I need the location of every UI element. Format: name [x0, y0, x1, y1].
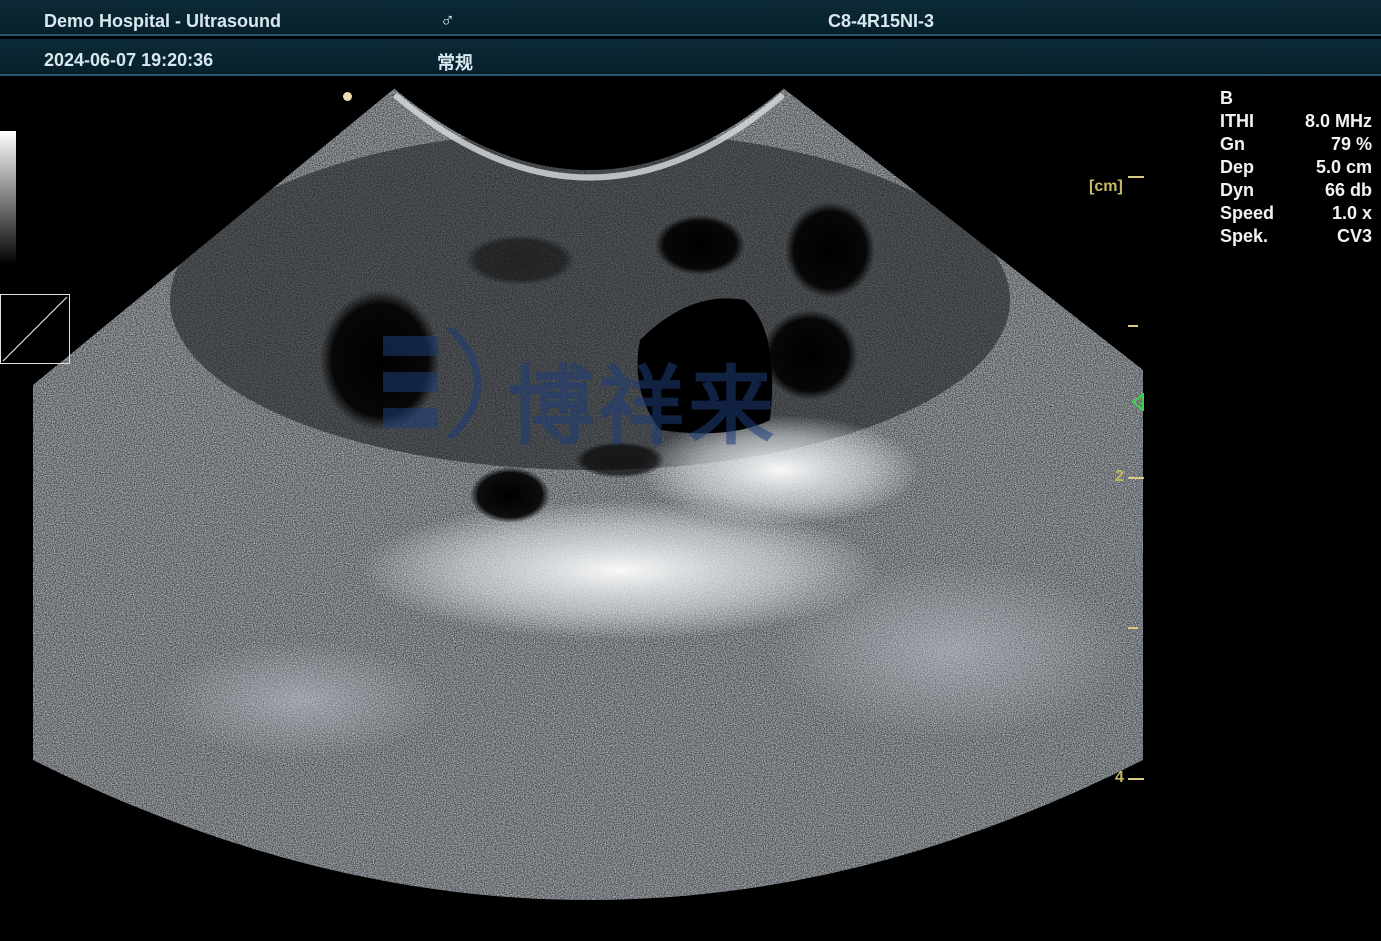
param-row: Dyn 66 db [1220, 180, 1372, 202]
param-key: Spek. [1220, 226, 1269, 246]
param-value: 1.0 x [1331, 203, 1372, 223]
depth-tick [1128, 627, 1138, 629]
param-value: 8.0 MHz [1304, 111, 1372, 131]
gray-map-curve [0, 294, 70, 364]
param-row: Speed 1.0 x [1220, 203, 1372, 225]
scan-sector [33, 88, 1143, 900]
param-row: Gn 79 % [1220, 134, 1372, 156]
param-value: 5.0 cm [1315, 157, 1372, 177]
watermark-logo [383, 328, 493, 438]
depth-tick [1128, 325, 1138, 327]
grayscale-bar [0, 131, 16, 265]
param-key: Dyn [1220, 180, 1255, 200]
param-row: ITHI 8.0 MHz [1220, 111, 1372, 133]
header-row-bottom: 2024-06-07 19:20:36 常规 [0, 39, 1381, 76]
param-row: Spek. CV3 [1220, 226, 1372, 248]
probe-name: C8-4R15NI-3 [828, 11, 935, 31]
param-key: Speed [1220, 203, 1275, 223]
orientation-marker [343, 92, 352, 101]
exam-datetime: 2024-06-07 19:20:36 [44, 50, 214, 70]
depth-tick [1128, 477, 1144, 479]
focus-marker-icon [1131, 393, 1144, 411]
gender-icon: ♂ [440, 10, 455, 32]
depth-label-4: 4 [1115, 769, 1124, 786]
param-value: 66 db [1324, 180, 1372, 200]
depth-unit-label: [cm] [1089, 178, 1123, 195]
depth-label-2: 2 [1115, 468, 1124, 485]
watermark-text: 博祥来 [508, 356, 778, 457]
param-value: CV3 [1336, 226, 1372, 246]
param-key: Gn [1220, 134, 1245, 154]
ultrasound-image [33, 87, 1143, 900]
imaging-mode: B [1220, 88, 1233, 108]
param-key: Dep [1220, 157, 1255, 177]
exam-preset: 常规 [437, 53, 473, 74]
param-value: 79 % [1330, 134, 1372, 154]
param-key: ITHI [1220, 111, 1254, 131]
param-row: Dep 5.0 cm [1220, 157, 1372, 179]
depth-tick [1128, 778, 1144, 780]
hospital-title: Demo Hospital - Ultrasound [44, 11, 282, 31]
depth-tick [1128, 176, 1144, 178]
header-row-top: Demo Hospital - Ultrasound ♂ C8-4R15NI-3 [0, 0, 1381, 36]
